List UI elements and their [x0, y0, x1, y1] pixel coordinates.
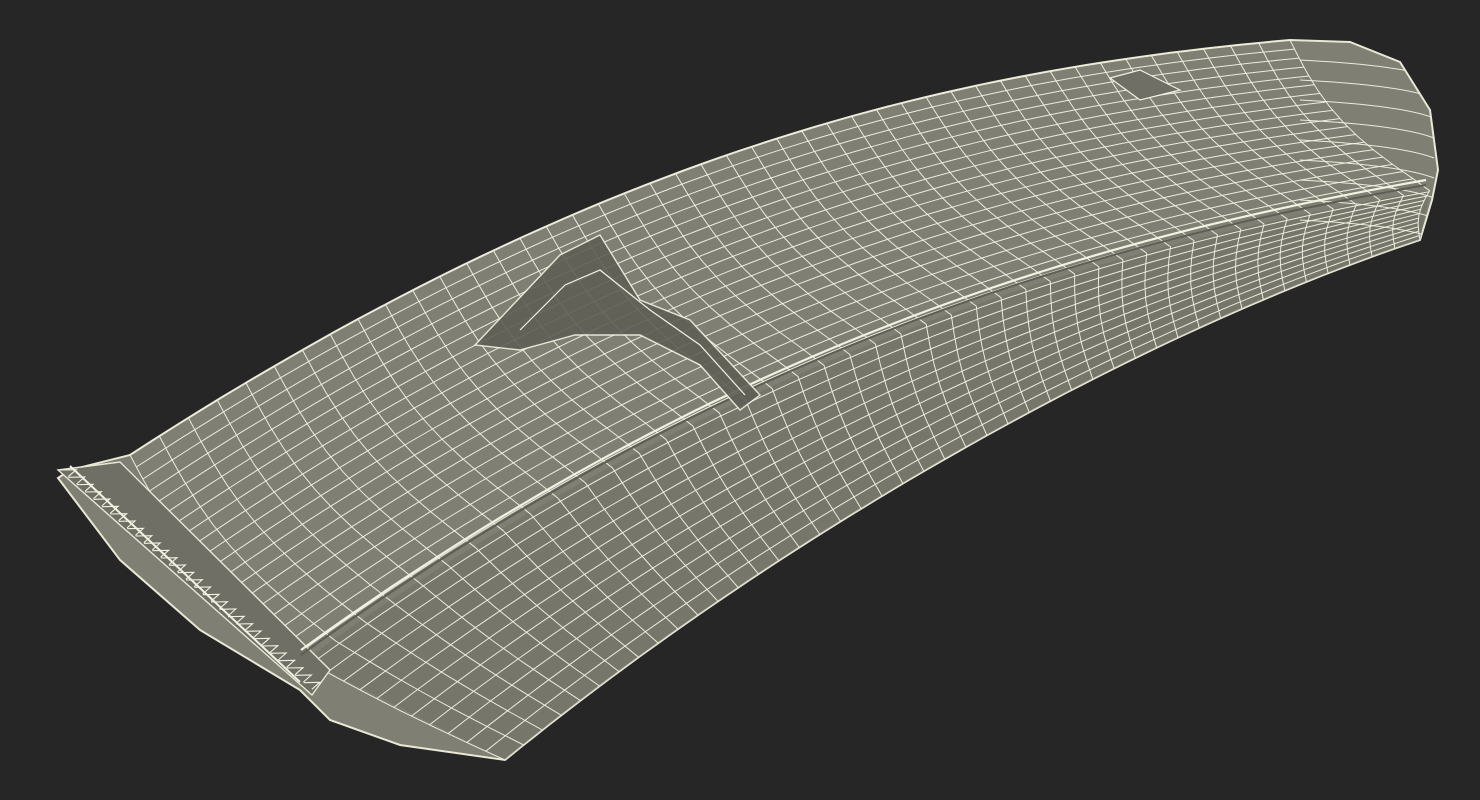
3d-viewport: [0, 0, 1480, 800]
wireframe-render: [56, 38, 1440, 762]
